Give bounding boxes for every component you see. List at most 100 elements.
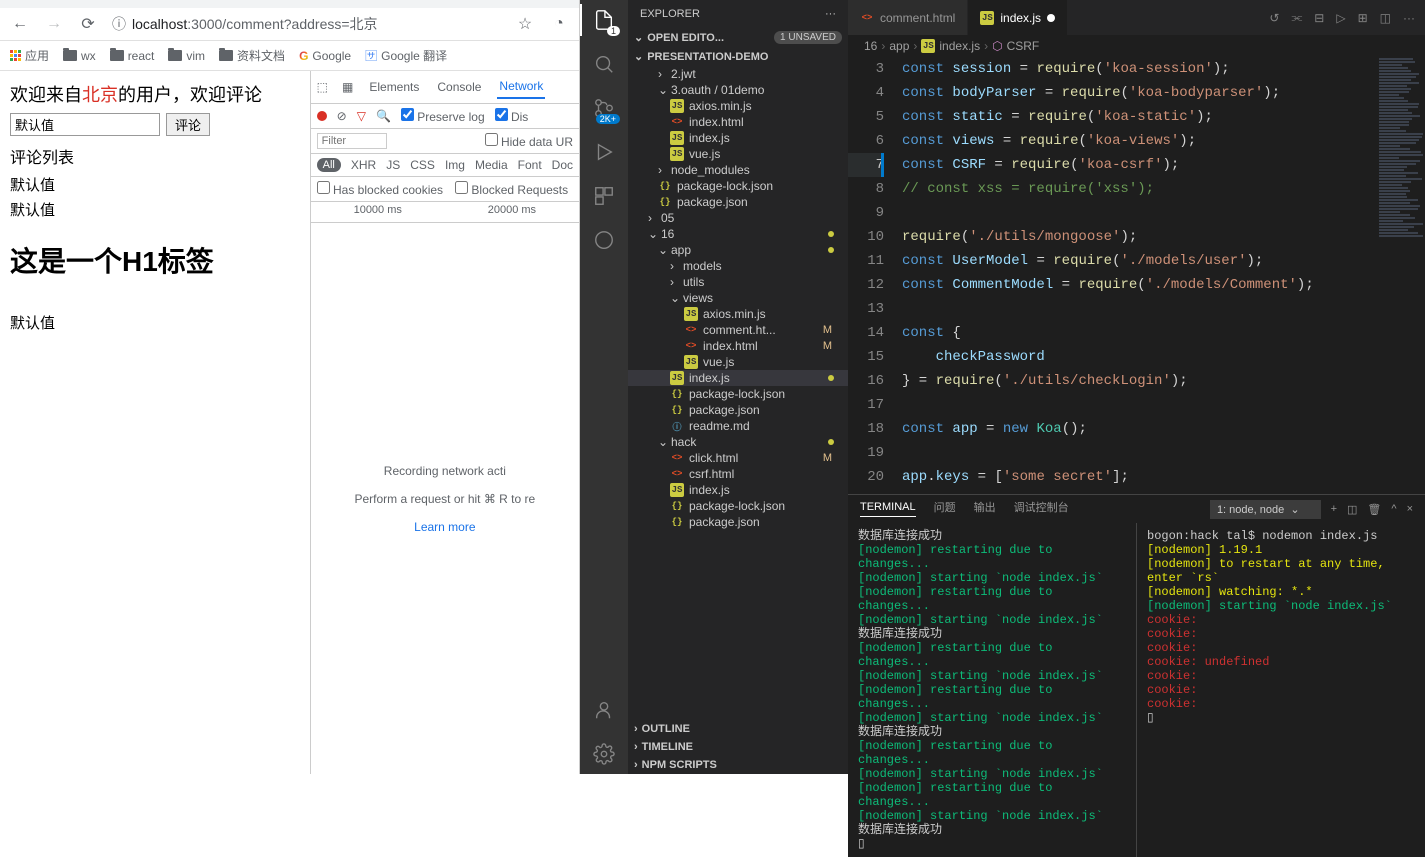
compare-icon[interactable]: ⫘ — [1291, 10, 1302, 25]
bookmark-translate[interactable]: 🈂Google 翻译 — [365, 47, 447, 64]
terminal-right[interactable]: bogon:hack tal$ nodemon index.js[nodemon… — [1136, 523, 1425, 857]
filter-font[interactable]: Font — [518, 158, 542, 172]
close-panel-icon[interactable]: × — [1407, 503, 1413, 515]
file-package-lock-json[interactable]: {}package-lock.json — [628, 178, 848, 194]
star-icon[interactable]: ☆ — [515, 14, 535, 34]
output-tab[interactable]: 输出 — [974, 499, 996, 519]
clear-button[interactable]: ⊘ — [337, 109, 347, 123]
file-index-js[interactable]: JSindex.js — [628, 482, 848, 498]
folder-models[interactable]: ›models — [628, 258, 848, 274]
file-axios-min-js[interactable]: JSaxios.min.js — [628, 306, 848, 322]
file-comment-ht---[interactable]: <>comment.ht...M — [628, 322, 848, 338]
filter-xhr[interactable]: XHR — [351, 158, 376, 172]
preserve-log-checkbox[interactable]: Preserve log — [401, 108, 485, 124]
file-csrf-html[interactable]: <>csrf.html — [628, 466, 848, 482]
timeline-section[interactable]: ›TIMELINE — [628, 738, 848, 756]
bookmark-docs[interactable]: 资料文档 — [219, 47, 285, 64]
history-icon[interactable]: ↺ — [1269, 11, 1279, 25]
folder-node_modules[interactable]: ›node_modules — [628, 162, 848, 178]
forward-button[interactable]: → — [44, 14, 64, 34]
terminal-select[interactable]: 1: node, node ⌄ — [1210, 500, 1321, 519]
minimap[interactable] — [1375, 57, 1425, 494]
terminal-left[interactable]: 数据库连接成功[nodemon] restarting due to chang… — [848, 523, 1136, 857]
kill-terminal-icon[interactable]: 🗑 — [1367, 503, 1381, 516]
more-icon[interactable]: ··· — [825, 8, 836, 20]
file-package-lock-json[interactable]: {}package-lock.json — [628, 498, 848, 514]
timeline[interactable]: 10000 ms 20000 ms — [311, 202, 579, 223]
filter-doc[interactable]: Doc — [552, 158, 573, 172]
code-editor[interactable]: 3456789101112131415161718192021 const se… — [848, 57, 1425, 494]
tab-network[interactable]: Network — [497, 75, 545, 99]
submit-button[interactable]: 评论 — [166, 113, 210, 136]
folder-05[interactable]: ›05 — [628, 210, 848, 226]
editor-tab-comment.html[interactable]: <>comment.html — [848, 0, 968, 35]
terminal-tab[interactable]: TERMINAL — [860, 501, 916, 517]
comment-input[interactable] — [10, 113, 160, 136]
file-vue-js[interactable]: JSvue.js — [628, 354, 848, 370]
record-button[interactable] — [317, 111, 327, 121]
more-icon[interactable]: ⊞ — [1358, 11, 1368, 25]
debug-console-tab[interactable]: 调试控制台 — [1014, 499, 1069, 519]
file-package-json[interactable]: {}package.json — [628, 402, 848, 418]
file-package-json[interactable]: {}package.json — [628, 514, 848, 530]
learn-more-link[interactable]: Learn more — [414, 520, 475, 534]
file-index-html[interactable]: <>index.html — [628, 114, 848, 130]
filter-css[interactable]: CSS — [410, 158, 435, 172]
filter-all[interactable]: All — [317, 158, 341, 172]
filter-icon[interactable]: ▽ — [357, 109, 366, 123]
folder-utils[interactable]: ›utils — [628, 274, 848, 290]
file-vue-js[interactable]: JSvue.js — [628, 146, 848, 162]
bookmark-vim[interactable]: vim — [168, 49, 205, 63]
blocked-requests-checkbox[interactable]: Blocked Requests — [455, 181, 568, 197]
file-click-html[interactable]: <>click.htmlM — [628, 450, 848, 466]
bookmark-google[interactable]: GGoogle — [299, 49, 351, 63]
split-terminal-icon[interactable]: ◫ — [1347, 503, 1357, 516]
extensions-icon[interactable] — [592, 184, 616, 208]
file-package-json[interactable]: {}package.json — [628, 194, 848, 210]
outline-section[interactable]: ›OUTLINE — [628, 720, 848, 738]
open-editors-section[interactable]: ⌄OPEN EDITO... 1 UNSAVED — [628, 28, 848, 47]
layout-icon[interactable]: ◫ — [1380, 11, 1391, 25]
folder-16[interactable]: ⌄16 — [628, 226, 848, 242]
file-index-js[interactable]: JSindex.js — [628, 370, 848, 386]
folder-app[interactable]: ⌄app — [628, 242, 848, 258]
scm-icon[interactable]: 2K+ — [592, 96, 616, 120]
filter-input[interactable] — [317, 133, 387, 149]
tab-console[interactable]: Console — [435, 76, 483, 98]
filter-img[interactable]: Img — [445, 158, 465, 172]
account-icon[interactable] — [592, 698, 616, 722]
extension-icon[interactable]: ◔ — [549, 14, 569, 34]
settings-icon[interactable] — [592, 742, 616, 766]
apps-button[interactable]: 应用 — [10, 47, 49, 64]
tab-elements[interactable]: Elements — [367, 76, 421, 98]
more-actions-icon[interactable]: ··· — [1403, 11, 1415, 25]
filter-media[interactable]: Media — [475, 158, 508, 172]
hide-data-checkbox[interactable]: Hide data UR — [485, 133, 573, 149]
disable-cache-checkbox[interactable]: Dis — [495, 108, 529, 124]
inspect-icon[interactable]: ⬚ — [317, 80, 328, 94]
file-index-html[interactable]: <>index.htmlM — [628, 338, 848, 354]
file-index-js[interactable]: JSindex.js — [628, 130, 848, 146]
blocked-cookies-checkbox[interactable]: Has blocked cookies — [317, 181, 443, 197]
explorer-icon[interactable]: 1 — [592, 8, 616, 32]
folder-hack[interactable]: ⌄hack — [628, 434, 848, 450]
remote-icon[interactable] — [592, 228, 616, 252]
project-section[interactable]: ⌄PRESENTATION-DEMO — [628, 47, 848, 66]
new-terminal-icon[interactable]: + — [1331, 503, 1337, 515]
search-icon[interactable]: 🔍 — [376, 109, 391, 123]
reload-button[interactable]: ⟳ — [78, 14, 98, 34]
back-button[interactable]: ← — [10, 14, 30, 34]
npm-scripts-section[interactable]: ›NPM SCRIPTS — [628, 756, 848, 774]
folder-2-jwt[interactable]: ›2.jwt — [628, 66, 848, 82]
search-icon[interactable] — [592, 52, 616, 76]
maximize-icon[interactable]: ^ — [1391, 503, 1396, 515]
editor-tab-index.js[interactable]: JSindex.js — [968, 0, 1068, 35]
file-package-lock-json[interactable]: {}package-lock.json — [628, 386, 848, 402]
filter-js[interactable]: JS — [386, 158, 400, 172]
device-icon[interactable]: ▦ — [342, 80, 353, 94]
url-bar[interactable]: ⓘ localhost:3000/comment?address=北京 — [112, 14, 501, 34]
file-axios-min-js[interactable]: JSaxios.min.js — [628, 98, 848, 114]
split-icon[interactable]: ⊟ — [1314, 11, 1324, 25]
folder-views[interactable]: ⌄views — [628, 290, 848, 306]
bookmark-react[interactable]: react — [110, 49, 155, 63]
